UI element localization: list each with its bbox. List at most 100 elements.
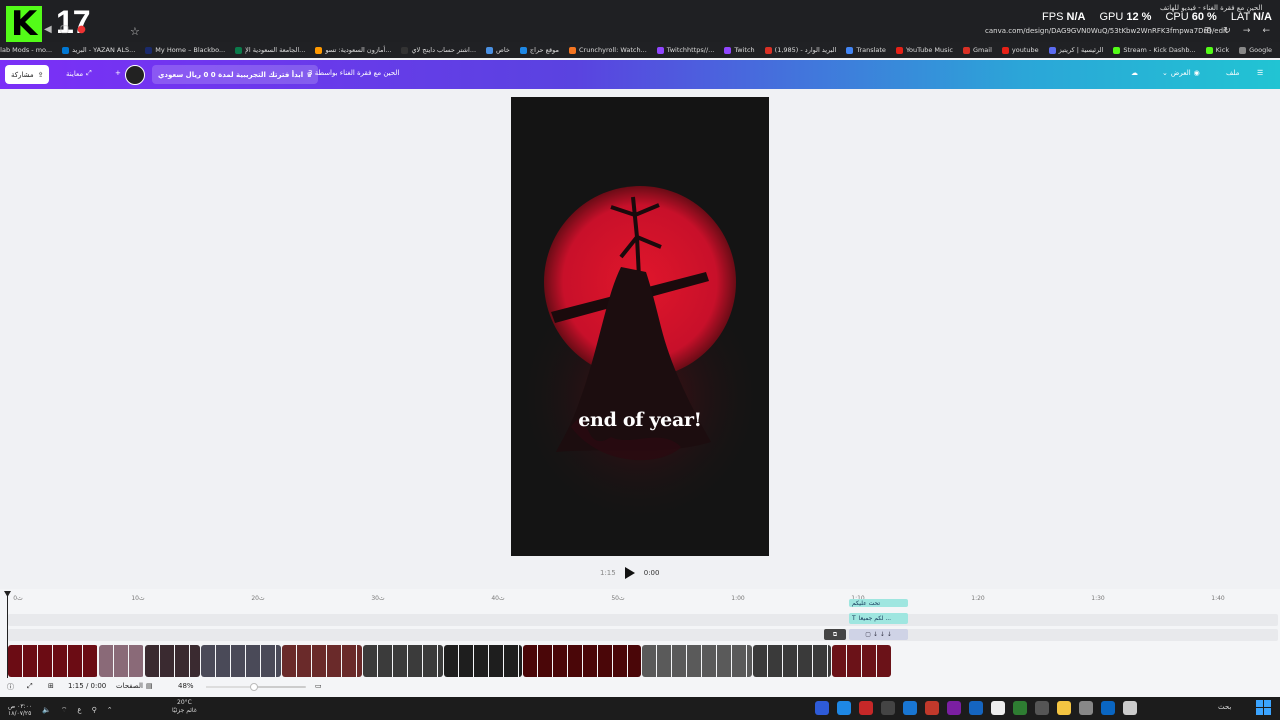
video-clip[interactable]	[363, 645, 443, 677]
wifi-icon[interactable]: ⌔	[61, 706, 68, 715]
video-clip[interactable]	[832, 645, 891, 677]
mic-icon[interactable]: ⚲	[92, 706, 97, 714]
taskbar-app-icon[interactable]	[1101, 701, 1115, 715]
zoom-slider[interactable]	[206, 683, 306, 691]
bookmark-item[interactable]: البريد الوارد - (1,985)	[764, 46, 837, 54]
taskbar-app-icon[interactable]	[903, 701, 917, 715]
zoom-level[interactable]: 48%	[178, 682, 194, 690]
extension-icon[interactable]: ⊞	[1204, 26, 1212, 36]
taskbar-app-icon[interactable]	[925, 701, 939, 715]
bookmark-item[interactable]: الجامعة السعودية الإ...	[235, 46, 305, 54]
bookmark-item[interactable]: Translate	[846, 46, 886, 54]
bookmark-item[interactable]: البريد - YAZAN ALS...	[62, 46, 135, 54]
preview-button[interactable]: معاينة ⤢	[66, 69, 92, 78]
bookmark-item[interactable]: موقع حراج	[519, 46, 559, 54]
hamburger-menu-icon[interactable]: ☰	[1257, 69, 1263, 77]
pages-button[interactable]: الصفحات ▤	[116, 682, 153, 690]
cloud-save-icon[interactable]: ☁	[1131, 69, 1138, 77]
bookmark-favicon-icon	[1113, 46, 1121, 54]
address-bar[interactable]: canva.com/design/DAG9GVN0WuQ/53tKbw2WnRF…	[985, 27, 1228, 35]
taskbar-app-icon[interactable]	[1123, 701, 1137, 715]
help-icon[interactable]: ⓘ	[7, 682, 14, 692]
taskbar-app-icon[interactable]	[881, 701, 895, 715]
taskbar-app-icon[interactable]	[1013, 701, 1027, 715]
bookmark-item[interactable]: الرئيسية | كريتيز	[1048, 46, 1103, 54]
bookmark-item[interactable]: YouTube Music	[895, 46, 953, 54]
back-nav-icon[interactable]: ←	[1262, 26, 1270, 36]
video-clip[interactable]	[99, 645, 144, 677]
bookmark-item[interactable]: أمازون السعودية: تسو...	[315, 46, 391, 54]
copy-icon[interactable]: ▢	[60, 24, 69, 35]
search-label[interactable]: بحث	[1218, 703, 1231, 711]
bookmark-item[interactable]: Google	[1239, 46, 1272, 54]
bookmark-item[interactable]: Twitchhttps//...	[656, 46, 714, 54]
play-button[interactable]	[624, 566, 636, 580]
taskbar-app-icon[interactable]	[969, 701, 983, 715]
video-clip[interactable]	[145, 645, 200, 677]
text-clip-top[interactable]: تحت عليكم	[849, 599, 908, 607]
forward-icon[interactable]: →	[1243, 26, 1251, 36]
back-icon[interactable]: ◀	[44, 24, 52, 35]
clock[interactable]: ٠٣:٠٠ ص ١٨/٠٧/٢٥	[8, 703, 32, 717]
design-canvas[interactable]: end of year!	[511, 97, 769, 556]
bookmark-item[interactable]: Bonelab Mods - mo...	[0, 46, 52, 54]
taskbar-app-icon[interactable]	[837, 701, 851, 715]
avatar[interactable]	[125, 65, 145, 85]
empty-track	[8, 629, 1278, 641]
design-title-text[interactable]: end of year!	[511, 409, 769, 431]
trial-label: ابدأ فترتك التجريبية لمدة 0 0 ريال سعودي	[158, 70, 304, 79]
taskbar-app-icon[interactable]	[947, 701, 961, 715]
bookmark-item[interactable]: Twitch	[724, 46, 755, 54]
video-clip[interactable]	[523, 645, 641, 677]
taskbar-app-icon[interactable]	[1035, 701, 1049, 715]
timeline-ruler: 0ث10ث20ث30ث40ث50ث1:001:101:201:301:40	[0, 595, 1280, 605]
taskbar-app-icon[interactable]	[1079, 701, 1093, 715]
bookmark-star-icon[interactable]: ☆	[130, 25, 140, 38]
taskbar-app-icon[interactable]	[1057, 701, 1071, 715]
zoom-slider-knob[interactable]	[250, 683, 258, 691]
taskbar-app-icon[interactable]	[815, 701, 829, 715]
bookmark-item[interactable]: اشتر حساب دايتج لاي...	[401, 46, 476, 54]
file-menu[interactable]: ملف	[1226, 69, 1239, 77]
volume-icon[interactable]: 🔈	[42, 706, 51, 714]
video-clip[interactable]	[642, 645, 752, 677]
playhead[interactable]	[7, 593, 8, 683]
video-clip[interactable]	[201, 645, 281, 677]
taskbar-app-icon[interactable]	[859, 701, 873, 715]
timeline-tick: 40ث	[491, 595, 505, 602]
tray-expand-icon[interactable]: ⌃	[107, 706, 113, 714]
audio-chip[interactable]: ▢ ↓ ↓ ↓	[849, 629, 908, 640]
record-icon[interactable]: ●	[77, 24, 86, 35]
video-clip[interactable]	[753, 645, 831, 677]
bookmark-item[interactable]: Stream - Kick Dashb...	[1113, 46, 1196, 54]
bookmark-item[interactable]: youtube	[1001, 46, 1039, 54]
bookmark-item[interactable]: خاص	[486, 46, 510, 54]
bookmark-item[interactable]: Kick	[1205, 46, 1229, 54]
grid-view-icon[interactable]: ⊞	[48, 682, 54, 690]
weather-widget[interactable]: 20°C غائم جزئيًا	[172, 699, 197, 715]
language-indicator[interactable]: ع	[77, 706, 81, 714]
video-clip[interactable]	[282, 645, 362, 677]
gpu-value: 12 %	[1126, 11, 1152, 23]
taskbar-app-icon[interactable]	[991, 701, 1005, 715]
bookmark-favicon-icon	[315, 46, 323, 54]
design-name[interactable]: الحين مع فقرة الغناء بواسطة 3	[308, 69, 399, 77]
view-menu[interactable]: ⌄ العرض ◉	[1162, 69, 1200, 77]
bookmark-item[interactable]: My Home – Blackbo...	[145, 46, 225, 54]
cpu-label: CPU	[1165, 11, 1189, 23]
bookmark-item[interactable]: Crunchyroll: Watch...	[568, 46, 647, 54]
fit-screen-icon[interactable]: ▭	[315, 682, 322, 690]
clip-toolbar[interactable]: ⧉	[824, 629, 846, 640]
add-collaborator-button[interactable]: +	[115, 69, 121, 77]
text-clip-label: لكم جميعا ...	[858, 615, 892, 622]
bookmark-item[interactable]: Gmail	[962, 46, 992, 54]
start-button[interactable]	[1256, 700, 1271, 715]
reload-icon[interactable]: ↻	[1223, 26, 1231, 36]
share-button[interactable]: مشاركة ⇪	[5, 65, 50, 84]
bookmark-label: البريد الوارد - (1,985)	[774, 46, 837, 54]
text-clip[interactable]: T لكم جميعا ...	[849, 613, 908, 624]
trial-button[interactable]: ابدأ فترتك التجريبية لمدة 0 0 ريال سعودي…	[152, 65, 319, 84]
video-clip[interactable]	[8, 645, 98, 677]
fullscreen-icon[interactable]: ⤢	[27, 682, 33, 691]
video-clip[interactable]	[444, 645, 522, 677]
